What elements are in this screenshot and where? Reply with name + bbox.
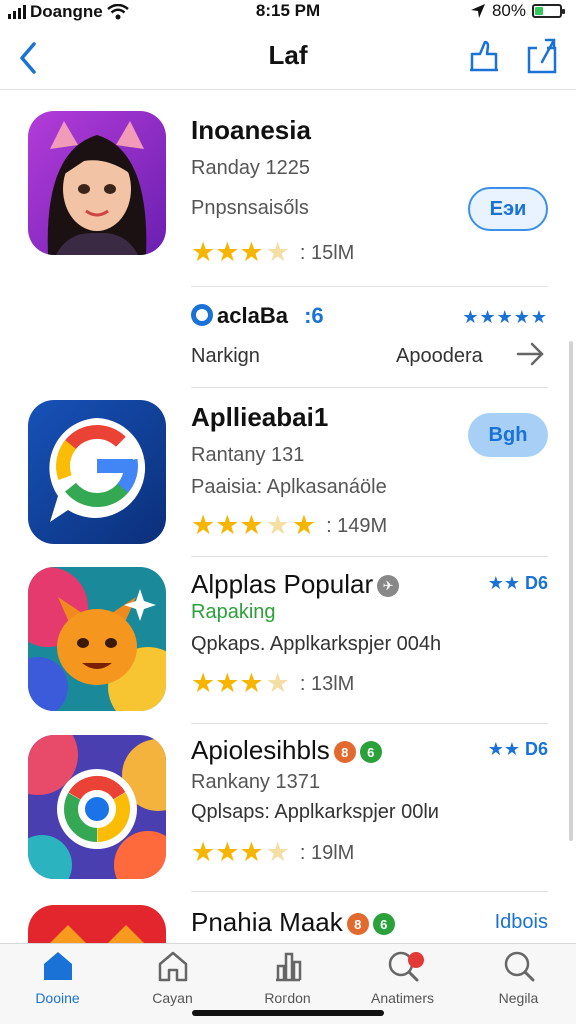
- tab-label: Roгdon: [264, 990, 311, 1006]
- star-rating: ★★★ ★: 15lM: [191, 237, 355, 267]
- app-ranking: Rantany 131: [191, 444, 305, 466]
- share-badge-icon: ✈: [377, 575, 400, 598]
- promo-tag: :6: [304, 303, 324, 328]
- divider: [191, 723, 548, 724]
- house-outline-icon: [158, 951, 187, 982]
- promo-stars: ★★★★★: [462, 307, 548, 327]
- rating-count: : 149M: [326, 514, 388, 537]
- get-button[interactable]: Bgh: [468, 413, 548, 457]
- share-icon[interactable]: [524, 36, 560, 76]
- browser-icon: [28, 735, 166, 879]
- fox-icon: [28, 567, 166, 711]
- app-category: Qpkaps. Applkarkspjer 004h: [191, 633, 442, 655]
- side-rating: ★★ D6: [487, 739, 548, 759]
- app-ranking: Randay 1225: [191, 157, 310, 179]
- battery-icon: [532, 4, 565, 18]
- star-rating: ★★★ ★ ★: 149M: [191, 510, 388, 540]
- tab-discover[interactable]: Doоine: [0, 948, 115, 1006]
- location-arrow-icon: [470, 4, 485, 18]
- promo-title: aclaBa :6: [191, 303, 324, 329]
- app-name[interactable]: Alpplas Popular ✈: [191, 569, 400, 600]
- stack-icon: [275, 952, 301, 982]
- star-rating: ★★★ ★: 19lM: [191, 837, 355, 867]
- arrow-right-icon[interactable]: [514, 337, 548, 371]
- tab-label: Cayan: [152, 990, 193, 1006]
- avatar-girl-icon: [28, 111, 166, 255]
- divider: [191, 891, 548, 892]
- rating-count: : 15lM: [299, 241, 355, 264]
- home-indicator: [192, 1010, 384, 1016]
- tab-apps[interactable]: Roгdon: [230, 948, 345, 1006]
- promo-right: Apoodera: [396, 345, 483, 367]
- promo-logo-icon: [191, 304, 213, 326]
- tab-updates[interactable]: Anatimers: [345, 948, 460, 1006]
- rating-count: : 19lM: [299, 841, 355, 864]
- cat-icon: [28, 905, 166, 943]
- side-rating: ★★ D6: [487, 573, 548, 593]
- status-right: 80%: [470, 1, 565, 21]
- app-category: Qplsaps: Applkarkspjer 00lи: [191, 801, 439, 823]
- app-name[interactable]: Pnahia Mаak 8 6: [191, 907, 395, 938]
- app-ranking: Rankany 1371: [191, 771, 320, 793]
- tab-search[interactable]: Negila: [461, 948, 576, 1006]
- notification-dot: [408, 952, 424, 968]
- badge-b-icon: 6: [359, 741, 382, 764]
- nav-bar: Laf: [0, 30, 576, 90]
- home-icon: [43, 952, 72, 980]
- badge-a-icon: 8: [333, 741, 356, 764]
- app-list: Inoanesia Randay 1225 Pnpsnsaisőls Eэи ★…: [0, 91, 576, 943]
- divider: [191, 286, 548, 287]
- app-name[interactable]: Apllieabai1: [191, 402, 328, 433]
- status-bar: Doangne 8:15 PM 80%: [0, 0, 576, 30]
- chat-g-icon: [28, 400, 166, 544]
- battery-percent: 80%: [491, 1, 526, 20]
- app-name[interactable]: Inoanesia: [191, 115, 311, 146]
- divider: [191, 556, 548, 557]
- badge-a-icon: 8: [346, 913, 369, 936]
- like-icon[interactable]: [466, 36, 502, 76]
- rating-count: : 13lM: [299, 672, 355, 695]
- search-icon: [504, 951, 534, 982]
- tab-label: Anatimers: [370, 990, 435, 1006]
- app-category: Paaisia: Aplkasanáöle: [191, 476, 387, 498]
- badge-b-icon: 6: [372, 913, 395, 936]
- tab-label: Doоine: [35, 990, 80, 1006]
- star-rating: ★★★ ★: 13lM: [191, 668, 355, 698]
- app-ranking: Rapaking: [191, 601, 276, 623]
- tab-label: Negila: [498, 990, 539, 1006]
- promo-left: Narkign: [191, 345, 260, 367]
- scrollbar[interactable]: [569, 341, 573, 841]
- app-name[interactable]: Apiolesihbls 8 6: [191, 735, 382, 766]
- side-label: Idbois: [494, 911, 548, 933]
- tab-games[interactable]: Cayan: [115, 948, 230, 1006]
- get-button[interactable]: Eэи: [468, 187, 548, 231]
- divider: [191, 387, 548, 388]
- app-category: Pnpsnsaisőls: [191, 197, 309, 219]
